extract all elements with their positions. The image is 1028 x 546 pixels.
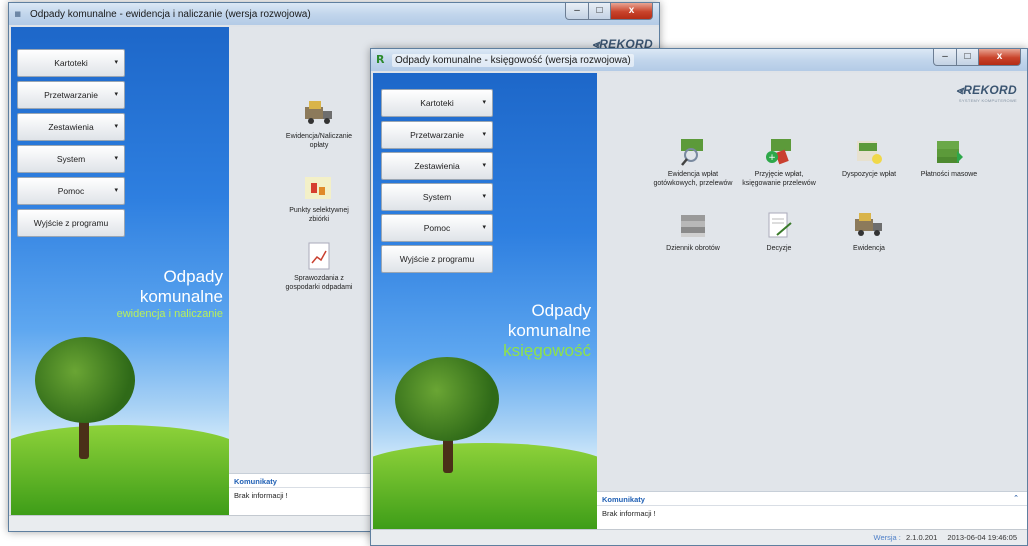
tile-dziennik-obrotow[interactable]: Dziennik obrotów xyxy=(653,211,733,254)
version-info: Wersja : 2.1.0.201 2013-06-04 19:46:05 xyxy=(874,533,1018,542)
collapse-icon[interactable]: ⌃ xyxy=(1013,494,1019,502)
messages-header: Komunikaty ⌃ xyxy=(597,492,1027,506)
tile-ewidencja-naliczanie[interactable]: Ewidencja/Naliczanie opłaty xyxy=(279,99,359,150)
maximize-button[interactable]: □ xyxy=(957,49,979,66)
tile-sprawozdania[interactable]: Sprawozdania z gospodarki odpadami xyxy=(279,241,359,292)
svg-text:+: + xyxy=(768,153,776,163)
menu-kartoteki[interactable]: Kartoteki ▾ xyxy=(381,89,493,117)
exit-button[interactable]: Wyjście z programu xyxy=(17,209,125,237)
front-sidebar: Kartoteki ▾ Przetwarzanie ▾ Zestawienia ▾ S… xyxy=(373,73,597,529)
front-messages-panel: Komunikaty ⌃ Brak informacji ! xyxy=(597,491,1027,529)
minimize-button[interactable]: – xyxy=(565,3,589,20)
tile-ewidencja[interactable]: Ewidencja xyxy=(829,211,909,254)
front-content: ⪡REKORD SYSTEMY KOMPUTEROWE Ewidencja wp… xyxy=(597,73,1027,529)
grass-background xyxy=(373,443,597,529)
menu-pomoc[interactable]: Pomoc ▾ xyxy=(381,214,493,242)
menu-przetwarzanie[interactable]: Przetwarzanie ▾ xyxy=(381,121,493,149)
menu-przetwarzanie[interactable]: Przetwarzanie ▾ xyxy=(17,81,125,109)
grass-background xyxy=(11,425,229,515)
window-title: Odpady komunalne - księgowość (wersja ro… xyxy=(392,53,634,67)
chevron-down-icon: ▾ xyxy=(482,98,486,106)
minimize-button[interactable]: – xyxy=(933,49,957,66)
rekord-logo: ⪡REKORD SYSTEMY KOMPUTEROWE xyxy=(956,83,1017,103)
tree-crown xyxy=(35,337,135,423)
back-sidebar: Kartoteki ▾ Przetwarzanie ▾ Zestawienia ▾ S… xyxy=(11,27,229,515)
chevron-down-icon: ▾ xyxy=(482,192,486,200)
journal-icon xyxy=(677,211,709,241)
app-r-icon: R xyxy=(376,53,385,66)
front-window[interactable]: R Odpady komunalne - księgowość (wersja … xyxy=(370,48,1028,546)
truck-icon xyxy=(303,99,335,129)
status-datetime: 2013-06-04 19:46:05 xyxy=(947,533,1017,542)
tree-crown xyxy=(395,357,499,441)
front-window-titlebar[interactable]: R Odpady komunalne - księgowość (wersja … xyxy=(371,49,1027,71)
logo-subtitle: SYSTEMY KOMPUTEROWE xyxy=(958,98,1017,103)
document-pen-icon xyxy=(763,211,795,241)
window-controls: – □ x xyxy=(565,3,653,20)
tile-przyjecie-wplat[interactable]: + Przyjęcie wpłat, księgowanie przelewów xyxy=(739,137,819,188)
chevron-down-icon: ▾ xyxy=(114,154,118,162)
tile-dyspozycje-wplat[interactable]: Dyspozycje wpłat xyxy=(829,137,909,180)
money-search-icon xyxy=(677,137,709,167)
maximize-button[interactable]: □ xyxy=(589,3,611,20)
window-controls: – □ x xyxy=(933,49,1021,66)
chevron-down-icon: ▾ xyxy=(114,90,118,98)
chevron-down-icon: ▾ xyxy=(482,161,486,169)
messages-text: Brak informacji ! xyxy=(602,509,656,518)
tile-platnosci-masowe[interactable]: Płatności masowe xyxy=(909,137,989,180)
chevron-down-icon: ▾ xyxy=(114,122,118,130)
report-chart-icon xyxy=(303,241,335,271)
menu-system[interactable]: System ▾ xyxy=(381,183,493,211)
chevron-down-icon: ▾ xyxy=(482,223,486,231)
front-statusbar: Wersja : 2.1.0.201 2013-06-04 19:46:05 xyxy=(371,529,1027,545)
collection-point-icon xyxy=(303,173,335,203)
money-add-icon: + xyxy=(763,137,795,167)
truck-icon xyxy=(853,211,885,241)
tile-punkty-selektywnej-zbiorki[interactable]: Punkty selektywnej zbiórki xyxy=(279,173,359,224)
chevron-down-icon: ▾ xyxy=(482,130,486,138)
app-brand: Odpady komunalne ewidencja i naliczanie xyxy=(116,267,223,320)
menu-system[interactable]: System ▾ xyxy=(17,145,125,173)
money-document-icon xyxy=(853,137,885,167)
menu-pomoc[interactable]: Pomoc ▾ xyxy=(17,177,125,205)
back-window-titlebar[interactable]: ▪ Odpady komunalne - ewidencja i nalicza… xyxy=(9,3,659,25)
window-title: Odpady komunalne - ewidencja i naliczani… xyxy=(30,8,311,20)
version-label: Wersja : xyxy=(873,533,901,542)
app-brand: Odpady komunalne księgowość xyxy=(503,301,591,360)
chevron-down-icon: ▾ xyxy=(114,58,118,66)
menu-kartoteki[interactable]: Kartoteki ▾ xyxy=(17,49,125,77)
app-icon: ▪ xyxy=(14,7,22,20)
exit-button[interactable]: Wyjście z programu xyxy=(381,245,493,273)
tile-decyzje[interactable]: Decyzje xyxy=(739,211,819,254)
close-button[interactable]: x xyxy=(979,49,1021,66)
menu-zestawienia[interactable]: Zestawienia ▾ xyxy=(17,113,125,141)
money-stack-icon xyxy=(933,137,965,167)
tile-ewidencja-wplat[interactable]: Ewidencja wpłat gotówkowych, przelewów xyxy=(653,137,733,188)
menu-zestawienia[interactable]: Zestawienia ▾ xyxy=(381,152,493,180)
version-number: 2.1.0.201 xyxy=(905,533,938,542)
chevron-down-icon: ▾ xyxy=(114,186,118,194)
close-button[interactable]: x xyxy=(611,3,653,20)
